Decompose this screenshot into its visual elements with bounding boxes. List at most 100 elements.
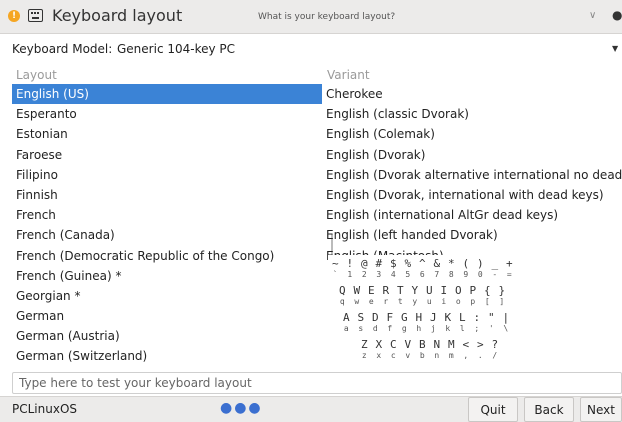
variant-item[interactable]: English (Dvorak)	[324, 145, 622, 165]
layout-item[interactable]: French (Canada)	[12, 225, 322, 245]
keyboard-key: U	[425, 284, 433, 297]
keyboard-key: M	[447, 338, 455, 351]
layout-item[interactable]: French (Democratic Republic of the Congo…	[12, 246, 322, 266]
keyboard-key: V	[404, 338, 412, 351]
variant-item[interactable]: English (left handed Dvorak)	[324, 225, 622, 245]
keyboard-icon	[28, 9, 43, 22]
layout-item[interactable]: German	[12, 306, 322, 326]
keyboard-key: #	[375, 257, 383, 270]
keyboard-test-input[interactable]	[12, 372, 622, 394]
keyboard-key: d	[372, 324, 378, 333]
keyboard-key: P	[469, 284, 477, 297]
keyboard-key: H	[415, 311, 423, 324]
chevron-down-icon[interactable]: ▼	[612, 44, 618, 53]
keyboard-key: -	[492, 270, 498, 279]
keyboard-key: w	[354, 297, 360, 306]
minimize-icon[interactable]: ∨	[589, 10, 596, 21]
layout-item[interactable]: French (Guinea) *	[12, 266, 322, 286]
keyboard-key: c	[390, 351, 396, 360]
next-button[interactable]: Next	[580, 397, 622, 422]
keyboard-key: x	[376, 351, 382, 360]
layout-item[interactable]: Filipino	[12, 165, 322, 185]
keyboard-key: ^	[418, 257, 426, 270]
keyboard-key: Z	[360, 338, 368, 351]
keyboard-key: 6	[419, 270, 425, 279]
layout-item[interactable]: English (US)	[12, 84, 322, 105]
keyboard-row-4-upper: Z X C V B N M < >?	[357, 338, 502, 351]
keyboard-key: g	[401, 324, 407, 333]
layout-item[interactable]: German (Switzerland)	[12, 346, 322, 366]
variant-item[interactable]: English (Colemak)	[324, 124, 622, 144]
keyboard-key: =	[506, 270, 512, 279]
keyboard-row-3-lower: a s d f g h j k l; ' \	[339, 324, 513, 333]
keyboard-key: 2	[361, 270, 367, 279]
keyboard-key: W	[353, 284, 361, 297]
keyboard-key: u	[426, 297, 432, 306]
keyboard-key: T	[396, 284, 404, 297]
keyboard-key: D	[371, 311, 379, 324]
keyboard-key: ]	[499, 297, 505, 306]
layout-item[interactable]: German (Austria)	[12, 326, 322, 346]
layout-item[interactable]: Faroese	[12, 145, 322, 165]
keyboard-preview: ~! @ # $% ^ & * () _ + ` 1 2 3 4 5 6 7 8 9 0- = Q W E R T Y U I O P {}…	[328, 255, 618, 370]
page-question: What is your keyboard layout?	[258, 12, 396, 22]
layout-column-header: Layout	[16, 68, 57, 82]
keyboard-key: 8	[448, 270, 454, 279]
keyboard-row-4-lower: z x c v b n m,. /	[357, 351, 502, 360]
keyboard-key: l	[459, 324, 465, 333]
keyboard-model-select[interactable]: Generic 104-key PC	[117, 42, 235, 56]
keyboard-key: C	[389, 338, 397, 351]
variant-list[interactable]: Cherokee English (classic Dvorak) Englis…	[324, 84, 622, 266]
keyboard-key: o	[455, 297, 461, 306]
layout-item[interactable]: Finnish	[12, 185, 322, 205]
close-icon[interactable]: ●	[612, 8, 622, 22]
keyboard-key: <	[462, 338, 470, 351]
quit-button[interactable]: Quit	[468, 397, 518, 422]
keyboard-row-2-lower: q w e r t y u i o p []	[335, 297, 509, 306]
layout-item[interactable]: Estonian	[12, 124, 322, 144]
keyboard-key: _	[491, 257, 499, 270]
layout-list[interactable]: English (US) Esperanto Estonian Faroese …	[12, 84, 322, 367]
keyboard-key: 4	[390, 270, 396, 279]
keyboard-key: ;	[474, 324, 480, 333]
progress-dots: ●●●	[220, 400, 263, 416]
keyboard-key: +	[505, 257, 513, 270]
keyboard-model-label: Keyboard Model:	[12, 42, 113, 56]
keyboard-key: F	[386, 311, 394, 324]
keyboard-key: y	[412, 297, 418, 306]
keyboard-key: S	[357, 311, 365, 324]
keyboard-key: 5	[405, 270, 411, 279]
keyboard-key: b	[419, 351, 425, 360]
keyboard-key: s	[358, 324, 364, 333]
keyboard-key: t	[397, 297, 403, 306]
keyboard-key: *	[447, 257, 455, 270]
keyboard-key: L	[458, 311, 466, 324]
keyboard-key: e	[368, 297, 374, 306]
keyboard-key: :	[473, 311, 481, 324]
variant-column-header: Variant	[327, 68, 370, 82]
variant-item[interactable]: English (international AltGr dead keys)	[324, 205, 622, 225]
variant-item[interactable]: English (Dvorak alternative internationa…	[324, 165, 622, 185]
variant-item[interactable]: English (Dvorak, international with dead…	[324, 185, 622, 205]
variant-item[interactable]: English (classic Dvorak)	[324, 104, 622, 124]
keyboard-key: !	[346, 257, 354, 270]
title-bar: ! Keyboard layout What is your keyboard …	[0, 0, 622, 34]
keyboard-key: {	[483, 284, 491, 297]
layout-item[interactable]: French	[12, 205, 322, 225]
keyboard-key: N	[433, 338, 441, 351]
back-button[interactable]: Back	[524, 397, 574, 422]
keyboard-key: Y	[411, 284, 419, 297]
keyboard-key: ?	[491, 338, 499, 351]
keyboard-key: )	[476, 257, 484, 270]
keyboard-key: i	[441, 297, 447, 306]
keyboard-key: I	[440, 284, 448, 297]
layout-item[interactable]: Esperanto	[12, 104, 322, 124]
keyboard-key: k	[445, 324, 451, 333]
keyboard-key: 7	[434, 270, 440, 279]
keyboard-key: B	[418, 338, 426, 351]
variant-item[interactable]: Cherokee	[324, 84, 622, 104]
keyboard-key: X	[375, 338, 383, 351]
keyboard-key: $	[389, 257, 397, 270]
layout-item[interactable]: Georgian *	[12, 286, 322, 306]
keyboard-row-1-upper: ~! @ # $% ^ & * () _ +	[328, 257, 517, 270]
